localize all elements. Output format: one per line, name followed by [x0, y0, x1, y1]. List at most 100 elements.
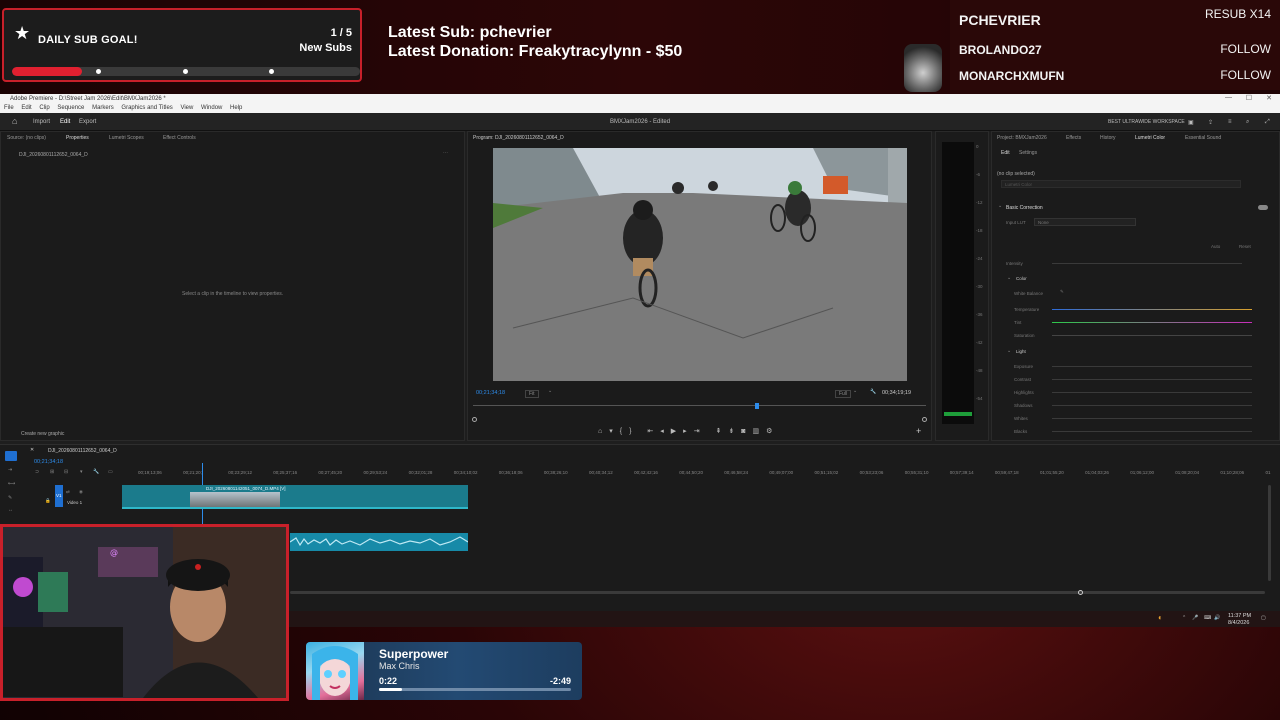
tint-slider[interactable]	[1052, 322, 1252, 323]
more-icon[interactable]: ⋯	[443, 150, 448, 156]
step-forward-icon[interactable]: ▸	[683, 428, 694, 435]
whites-slider[interactable]	[1052, 418, 1252, 419]
lumetri-tab-settings[interactable]: Settings	[1019, 150, 1037, 156]
scrub-handle-end[interactable]	[922, 417, 927, 422]
app-tray-icon[interactable]: ◐	[1158, 613, 1163, 622]
go-to-in-icon[interactable]: ⇤	[647, 428, 660, 435]
home-icon[interactable]: ⌂	[12, 116, 17, 126]
chevron-down-icon[interactable]: ⌄	[998, 203, 1002, 209]
mark-icon[interactable]: ▾	[609, 428, 620, 435]
chevron-down-icon[interactable]: ⌄	[1007, 275, 1011, 281]
basic-correction-header[interactable]: Basic Correction	[1006, 205, 1043, 211]
play-icon[interactable]: ▶	[671, 428, 683, 435]
highlights-slider[interactable]	[1052, 392, 1252, 393]
tab-effects[interactable]: Effects	[1066, 135, 1081, 141]
intensity-slider[interactable]	[1052, 263, 1242, 264]
network-icon[interactable]: ⌨	[1204, 615, 1211, 621]
timeline-horizontal-scrollbar[interactable]	[290, 591, 1265, 594]
color-section-header[interactable]: Color	[1016, 276, 1027, 281]
razor-icon[interactable]: ✎	[8, 495, 12, 501]
tab-essential-sound[interactable]: Essential Sound	[1185, 135, 1221, 141]
temperature-slider[interactable]	[1052, 309, 1252, 310]
export-frame-icon[interactable]: ◙	[741, 428, 752, 435]
zoom-handle[interactable]	[1078, 590, 1083, 595]
resolution-dropdown[interactable]: Full	[835, 390, 852, 398]
settings-icon[interactable]: ⚙	[766, 428, 779, 435]
menu-window[interactable]: Window	[201, 105, 222, 111]
lock-icon[interactable]: 🔒	[45, 498, 51, 504]
track-v1-target[interactable]: V1	[55, 485, 63, 507]
maximize-icon[interactable]: ☐	[1246, 94, 1252, 102]
minimize-icon[interactable]: —	[1225, 94, 1232, 101]
timeline-vertical-scrollbar[interactable]	[1268, 485, 1271, 581]
eye-icon[interactable]: ◉	[79, 489, 83, 495]
extract-icon[interactable]: ⇟	[728, 428, 741, 435]
blacks-slider[interactable]	[1052, 431, 1252, 432]
bracket-in-icon[interactable]: {	[620, 428, 629, 435]
mark-in-icon[interactable]: ⌂	[598, 428, 609, 435]
menu-file[interactable]: File	[4, 105, 14, 111]
tab-effect-controls[interactable]: Effect Controls	[163, 135, 196, 141]
fullscreen-icon[interactable]: ⤢	[1265, 119, 1270, 126]
search-icon[interactable]: ⌕	[1246, 119, 1249, 126]
add-button-icon[interactable]: +	[916, 426, 921, 436]
tab-import[interactable]: Import	[33, 119, 50, 125]
wrench-icon[interactable]: 🔧	[870, 389, 876, 395]
workspace-icon[interactable]: ▣	[1188, 119, 1194, 126]
tab-export[interactable]: Export	[79, 119, 96, 125]
menu-sequence[interactable]: Sequence	[57, 105, 84, 111]
slip-icon[interactable]: ↔	[8, 507, 13, 513]
step-back-icon[interactable]: ◂	[660, 428, 671, 435]
lumetri-tab-edit[interactable]: Edit	[1001, 150, 1010, 156]
close-icon[interactable]: ✕	[1266, 94, 1272, 102]
saturation-slider[interactable]	[1052, 335, 1252, 336]
tab-lumetri-color[interactable]: Lumetri Color	[1135, 135, 1165, 141]
chevron-down-icon[interactable]: ⌄	[853, 388, 857, 394]
tab-source[interactable]: Source: (no clips)	[7, 135, 46, 141]
chevron-down-icon[interactable]: ⌄	[548, 388, 552, 394]
chevron-down-icon[interactable]: ⌄	[1007, 348, 1011, 354]
ripple-edit-icon[interactable]: ⟷	[8, 481, 15, 487]
contrast-slider[interactable]	[1052, 379, 1252, 380]
menu-help[interactable]: Help	[230, 105, 242, 111]
notification-icon[interactable]: ▢	[1261, 615, 1266, 621]
sync-lock-icon[interactable]: ⇄	[66, 489, 70, 495]
shadows-slider[interactable]	[1052, 405, 1252, 406]
light-section-header[interactable]: Light	[1016, 349, 1026, 354]
program-tab[interactable]: Program: DJI_20260801112652_0064_D	[473, 135, 564, 141]
exposure-slider[interactable]	[1052, 366, 1252, 367]
menu-view[interactable]: View	[180, 105, 193, 111]
workspace-menu[interactable]: BEST ULTRAWIDE WORKSPACE	[1108, 119, 1185, 125]
lift-icon[interactable]: ⇞	[716, 428, 729, 435]
tab-history[interactable]: History	[1100, 135, 1116, 141]
menu-edit[interactable]: Edit	[21, 105, 31, 111]
tab-properties[interactable]: Properties	[66, 135, 89, 141]
reset-button[interactable]: Reset	[1239, 244, 1251, 249]
playhead[interactable]	[755, 403, 759, 409]
mic-icon[interactable]: 🎤	[1192, 615, 1198, 621]
menu-markers[interactable]: Markers	[92, 105, 114, 111]
video-clip[interactable]: DJI_20260801142051_0074_D.MP4 [V]	[122, 485, 468, 507]
menu-clip[interactable]: Clip	[39, 105, 49, 111]
eyedropper-icon[interactable]: ✎	[1060, 289, 1064, 295]
bracket-out-icon[interactable]: }	[629, 428, 638, 435]
go-to-out-icon[interactable]: ⇥	[694, 428, 707, 435]
scrub-handle-start[interactable]	[472, 417, 477, 422]
auto-button[interactable]: Auto	[1211, 244, 1220, 249]
volume-icon[interactable]: 🔊	[1214, 615, 1220, 621]
basic-correction-toggle[interactable]	[1258, 205, 1268, 210]
program-scrubber[interactable]	[473, 405, 926, 406]
timeline-ruler[interactable]: 00;19;13;06 00;21;20; 00;23;29;12 00;25;37;…	[0, 445, 1280, 479]
tab-edit[interactable]: Edit	[60, 119, 70, 125]
fit-dropdown[interactable]: Fit	[525, 390, 539, 398]
share-icon[interactable]: ⇪	[1208, 119, 1213, 126]
chevron-up-icon[interactable]: ⌃	[1182, 615, 1186, 621]
menu-graphics[interactable]: Graphics and Titles	[121, 105, 172, 111]
effect-dropdown[interactable]: Lumetri Color	[1001, 180, 1241, 188]
tab-lumetri-scopes[interactable]: Lumetri Scopes	[109, 135, 144, 141]
tab-project[interactable]: Project: BMXJam2026	[997, 135, 1047, 141]
create-graphic-button[interactable]: Create new graphic	[21, 431, 64, 437]
audio-clip[interactable]	[289, 533, 469, 551]
menu-icon[interactable]: ≡	[1228, 119, 1232, 125]
input-lut-dropdown[interactable]: None	[1034, 218, 1136, 226]
